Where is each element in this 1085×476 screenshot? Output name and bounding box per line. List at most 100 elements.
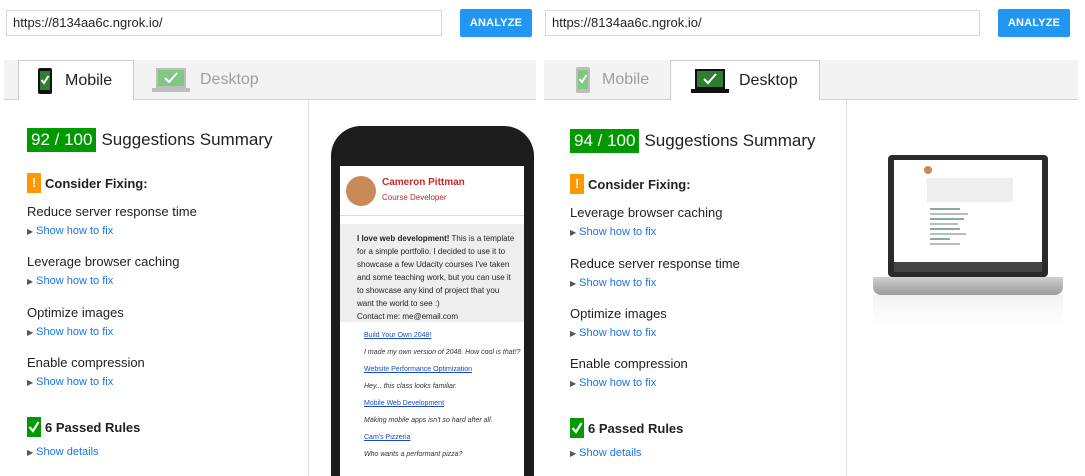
caret-right-icon: ▶ xyxy=(27,448,34,457)
device-tabs: Mobile Desktop xyxy=(544,60,1078,101)
rule-title: Leverage browser caching xyxy=(27,254,180,269)
preview-divider xyxy=(308,100,309,476)
phone-check-icon xyxy=(37,67,53,111)
analyze-button[interactable]: ANALYZE xyxy=(998,9,1070,37)
tab-desktop-label: Desktop xyxy=(739,72,798,89)
url-input[interactable]: https://8134aa6c.ngrok.io/ xyxy=(545,10,980,36)
caret-right-icon: ▶ xyxy=(570,449,577,458)
preview-name: Cameron Pittman xyxy=(382,177,465,188)
link-text: Show how to fix xyxy=(579,226,657,238)
show-how-to-fix-link[interactable]: ▶ Show how to fix xyxy=(570,277,656,289)
consider-fixing-header: ! Consider Fixing: xyxy=(570,174,691,194)
desktop-preview-screenshot xyxy=(894,160,1042,262)
passed-rules-label: 6 Passed Rules xyxy=(45,419,141,435)
preview-link-line xyxy=(930,228,960,230)
preview-text-line xyxy=(930,243,960,245)
consider-fixing-label: Consider Fixing: xyxy=(45,175,148,191)
show-how-to-fix-link[interactable]: ▶ Show how to fix xyxy=(570,226,656,238)
desktop-check-icon xyxy=(152,66,190,110)
link-text: Show how to fix xyxy=(579,327,657,339)
caret-right-icon: ▶ xyxy=(570,279,577,288)
preview-project-link: Mobile Web Development xyxy=(364,400,445,407)
show-how-to-fix-link[interactable]: ▶ Show how to fix xyxy=(27,275,113,287)
link-text: Show how to fix xyxy=(36,225,114,237)
summary-title: Suggestions Summary xyxy=(644,131,816,150)
caret-right-icon: ▶ xyxy=(570,379,577,388)
caret-right-icon: ▶ xyxy=(27,227,34,236)
consider-fixing-label: Consider Fixing: xyxy=(588,176,691,192)
avatar xyxy=(346,176,376,206)
score-badge: 92 / 100 xyxy=(27,128,97,152)
link-text: Show how to fix xyxy=(579,277,657,289)
desktop-check-icon xyxy=(691,67,729,111)
analyze-button[interactable]: ANALYZE xyxy=(460,9,532,37)
link-text: Show details xyxy=(579,447,642,459)
preview-link-line xyxy=(930,208,960,210)
laptop-taskbar xyxy=(894,262,1042,272)
rule-title: Optimize images xyxy=(27,305,124,320)
passed-rules-header: 6 Passed Rules xyxy=(27,417,140,437)
preview-project-list: Build Your Own 2048! I made my own versi… xyxy=(340,322,524,461)
caret-right-icon: ▶ xyxy=(27,277,34,286)
show-how-to-fix-link[interactable]: ▶ Show how to fix xyxy=(27,326,113,338)
score-row: 94 / 100 Suggestions Summary xyxy=(570,129,815,153)
mobile-preview-screenshot: Cameron Pittman Course Developer I love … xyxy=(340,166,524,476)
show-details-link[interactable]: ▶ Show details xyxy=(570,447,642,459)
preview-project-link: Website Performance Optimization xyxy=(364,366,473,373)
link-text: Show how to fix xyxy=(579,377,657,389)
device-tabs: Mobile Desktop xyxy=(4,60,536,101)
rule-title: Reduce server response time xyxy=(27,204,197,219)
preview-project-link: Build Your Own 2048! xyxy=(364,332,432,339)
preview-role: Course Developer xyxy=(382,193,447,202)
preview-project-desc: Hey... this class looks familiar. xyxy=(364,383,457,390)
preview-project-desc: Who wants a performant pizza? xyxy=(364,451,463,458)
show-how-to-fix-link[interactable]: ▶ Show how to fix xyxy=(570,377,656,389)
passed-rules-label: 6 Passed Rules xyxy=(588,420,684,436)
tab-mobile[interactable]: Mobile xyxy=(18,60,134,101)
preview-text-line xyxy=(930,223,958,225)
preview-text-line xyxy=(930,233,966,235)
tab-desktop[interactable]: Desktop xyxy=(670,60,820,101)
tab-desktop[interactable]: Desktop xyxy=(152,60,282,100)
link-text: Show how to fix xyxy=(36,376,114,388)
preview-contact: Contact me: me@email.com xyxy=(357,312,459,321)
url-input[interactable]: https://8134aa6c.ngrok.io/ xyxy=(6,10,442,36)
preview-project-desc: Making mobile apps isn't so hard after a… xyxy=(364,417,493,424)
show-how-to-fix-link[interactable]: ▶ Show how to fix xyxy=(27,225,113,237)
mobile-panel: https://8134aa6c.ngrok.io/ ANALYZE Mobil… xyxy=(0,0,540,476)
tab-mobile-label: Mobile xyxy=(602,71,650,88)
show-details-link[interactable]: ▶ Show details xyxy=(27,446,99,458)
preview-link-line xyxy=(930,238,950,240)
tab-mobile-label: Mobile xyxy=(65,72,113,89)
caret-right-icon: ▶ xyxy=(570,228,577,237)
preview-divider xyxy=(846,100,847,476)
show-how-to-fix-link[interactable]: ▶ Show how to fix xyxy=(570,327,656,339)
caret-right-icon: ▶ xyxy=(27,378,34,387)
preview-bio-strong: I love web development! xyxy=(357,234,450,243)
link-text: Show how to fix xyxy=(36,326,114,338)
preview-link-line xyxy=(930,218,964,220)
caret-right-icon: ▶ xyxy=(27,328,34,337)
laptop-shadow xyxy=(873,295,1063,325)
passed-rules-header: 6 Passed Rules xyxy=(570,418,683,438)
checkmark-icon xyxy=(27,417,41,437)
link-text: Show how to fix xyxy=(36,275,114,287)
phone-check-icon xyxy=(575,66,591,110)
summary-title: Suggestions Summary xyxy=(101,130,273,149)
warning-icon: ! xyxy=(27,173,41,193)
rule-title: Leverage browser caching xyxy=(570,205,723,220)
show-how-to-fix-link[interactable]: ▶ Show how to fix xyxy=(27,376,113,388)
laptop-base xyxy=(873,277,1063,295)
avatar xyxy=(924,166,932,174)
score-badge: 94 / 100 xyxy=(570,129,640,153)
consider-fixing-header: ! Consider Fixing: xyxy=(27,173,148,193)
tab-mobile[interactable]: Mobile xyxy=(572,60,682,100)
score-row: 92 / 100 Suggestions Summary xyxy=(27,128,272,152)
rule-title: Optimize images xyxy=(570,306,667,321)
tab-desktop-label: Desktop xyxy=(200,71,259,88)
preview-text-line xyxy=(930,213,968,215)
checkmark-icon xyxy=(570,418,584,438)
preview-bio: I love web development! This is a templa… xyxy=(340,224,524,322)
preview-header: Cameron Pittman Course Developer xyxy=(340,166,524,216)
preview-bio-text: This is a template for a simple portfoli… xyxy=(357,234,515,308)
